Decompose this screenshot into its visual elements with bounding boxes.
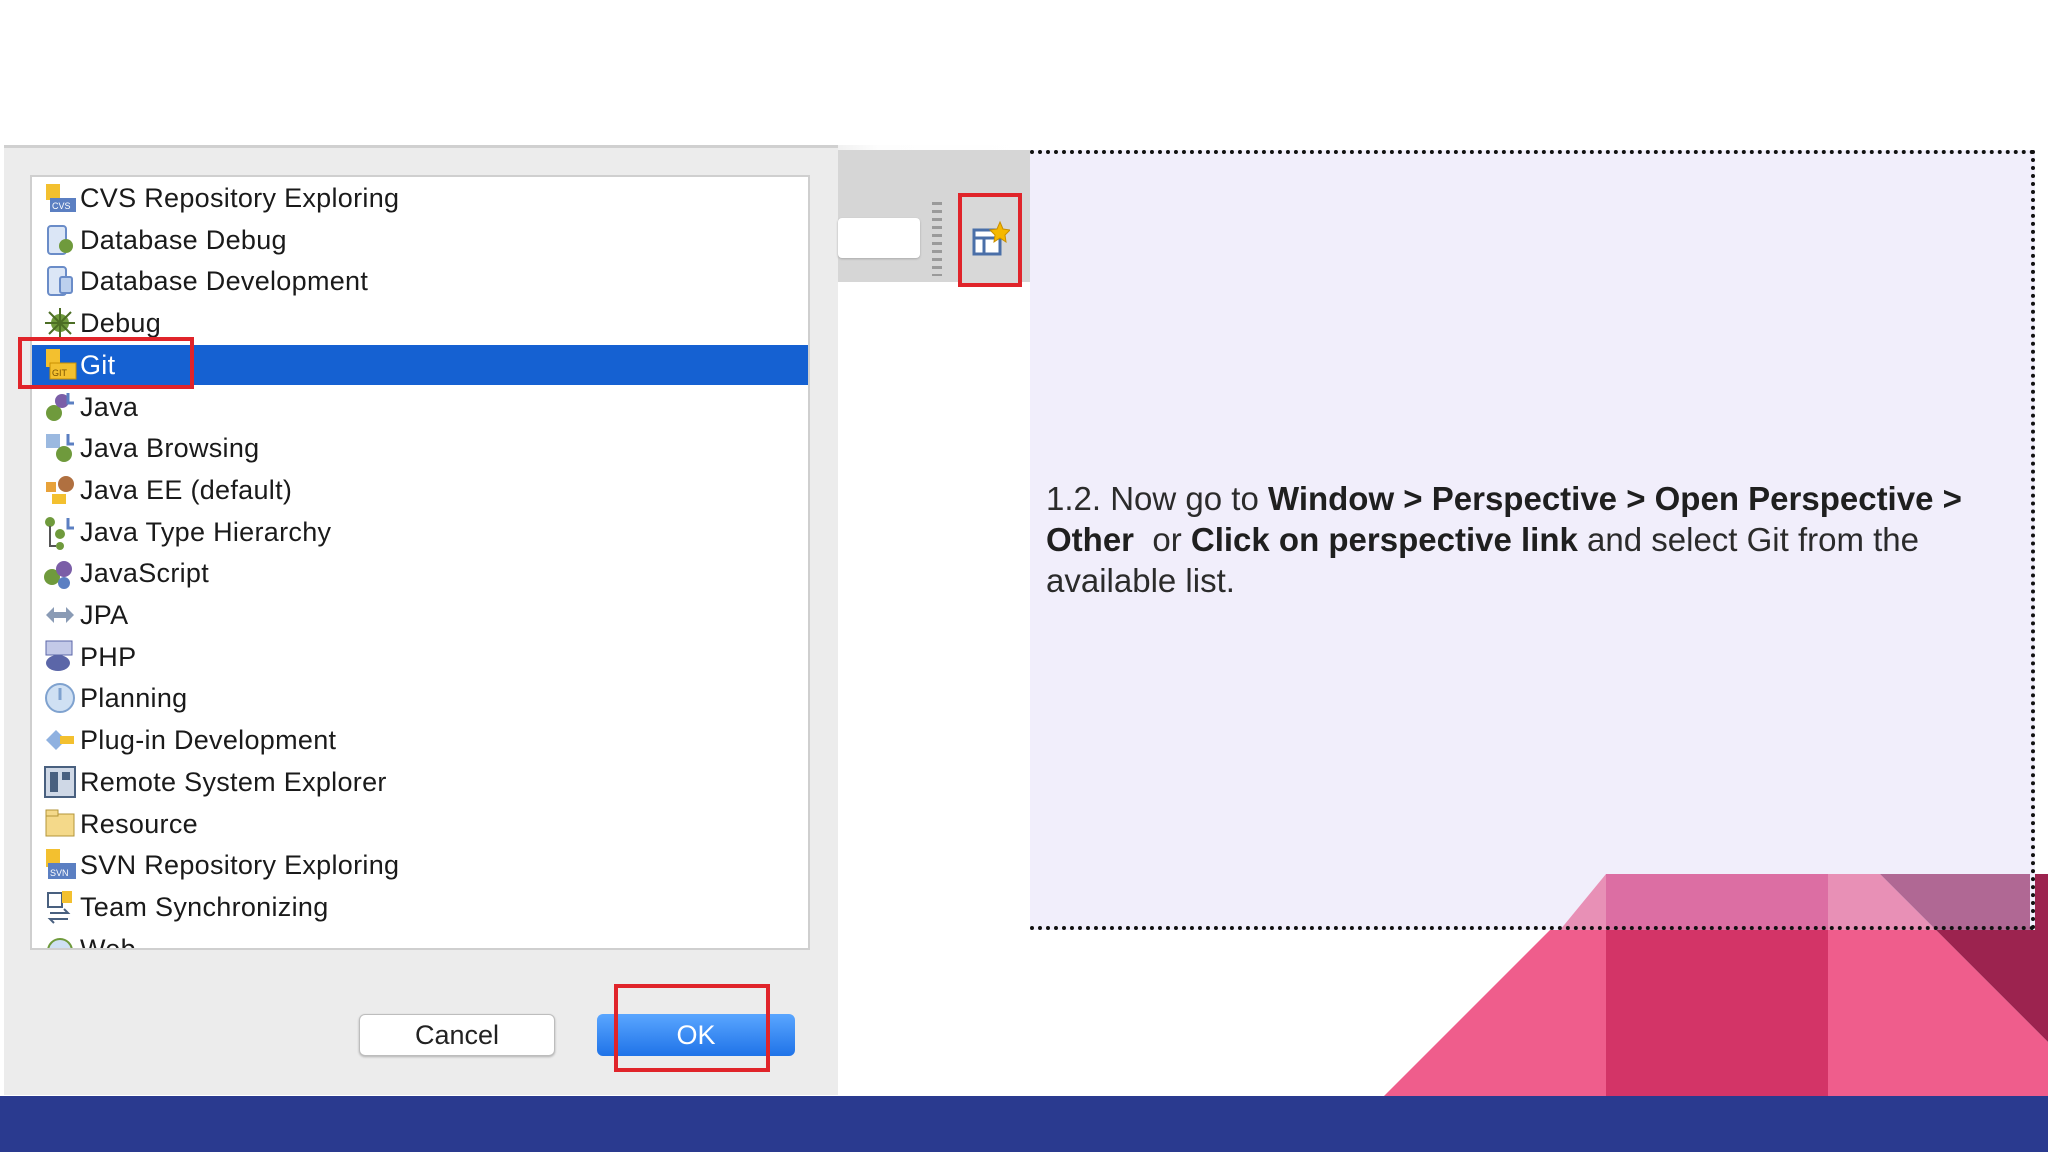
perspective-list[interactable]: CVS CVS Repository Exploring Database Debu… <box>30 175 810 950</box>
database-development-icon <box>47 266 73 296</box>
perspective-item-label: SVN Repository Exploring <box>80 849 400 880</box>
perspective-item-cvs-repository-exploring[interactable]: CVS CVS Repository Exploring <box>32 178 808 218</box>
perspective-item-label: Web <box>80 933 136 950</box>
perspective-item-web[interactable]: Web <box>32 929 808 950</box>
perspective-item-team-synchronizing[interactable]: Team Synchronizing <box>32 887 808 927</box>
javascript-icon <box>44 561 72 589</box>
footer-bar <box>0 1096 2048 1152</box>
perspective-item-php[interactable]: PHP <box>32 637 808 677</box>
perspective-item-label: Database Development <box>80 265 369 296</box>
perspective-item-plug-in-development[interactable]: Plug-in Development <box>32 720 808 760</box>
svg-text:CVS: CVS <box>52 201 71 211</box>
team-synchronizing-icon <box>47 891 72 924</box>
svg-text:SVN: SVN <box>50 868 69 878</box>
perspective-item-label: Java Browsing <box>80 432 260 463</box>
perspective-item-java-type-hierarchy[interactable]: Java Type Hierarchy <box>32 512 808 552</box>
open-perspective-button[interactable] <box>958 193 1022 287</box>
perspective-item-java-ee-default[interactable]: Java EE (default) <box>32 470 808 510</box>
open-perspective-icon <box>972 220 1010 256</box>
perspective-item-jpa[interactable]: JPA <box>32 595 808 635</box>
cvs-repository-icon: CVS <box>46 184 76 212</box>
perspective-item-label: Planning <box>80 682 188 713</box>
plugin-development-icon <box>46 730 74 750</box>
database-debug-icon <box>47 225 73 255</box>
perspective-item-label: JPA <box>80 599 129 630</box>
perspective-item-planning[interactable]: Planning <box>32 678 808 718</box>
php-icon <box>45 640 73 671</box>
perspective-item-label: Plug-in Development <box>80 724 337 755</box>
instruction-step: 1.2. Now go to <box>1046 480 1268 517</box>
java-type-hierarchy-icon <box>45 517 74 550</box>
resource-folder-icon <box>45 809 75 837</box>
perspective-item-label: Database Debug <box>80 224 287 255</box>
perspective-item-label: Team Synchronizing <box>80 891 329 922</box>
ok-highlight-box <box>614 984 770 1072</box>
perspective-item-label: JavaScript <box>80 557 210 588</box>
perspective-item-database-debug[interactable]: Database Debug <box>32 220 808 260</box>
perspective-item-label: PHP <box>80 641 137 672</box>
jpa-icon <box>46 607 74 623</box>
perspective-item-label: Java Type Hierarchy <box>80 516 332 547</box>
perspective-item-database-development[interactable]: Database Development <box>32 261 808 301</box>
perspective-item-remote-system-explorer[interactable]: Remote System Explorer <box>32 762 808 802</box>
perspective-item-label: Debug <box>80 307 162 338</box>
debug-bug-icon <box>45 308 75 338</box>
web-icon <box>47 938 73 948</box>
instruction-or: or <box>1134 521 1191 558</box>
perspective-item-label: Java <box>80 391 139 422</box>
perspective-item-svn-repository-exploring[interactable]: SVN SVN Repository Exploring <box>32 845 808 885</box>
planning-icon <box>45 683 75 713</box>
instruction-text: 1.2. Now go to Window > Perspective > Op… <box>1046 478 2016 601</box>
perspective-item-java-browsing[interactable]: Java Browsing <box>32 428 808 468</box>
java-browsing-icon <box>46 434 74 462</box>
git-highlight-box <box>18 337 194 389</box>
editor-area <box>838 282 1030 1095</box>
remote-system-explorer-icon <box>44 766 76 798</box>
svn-repository-icon: SVN <box>46 849 76 879</box>
instruction-link-text: Click on perspective link <box>1190 521 1578 558</box>
perspective-item-label: CVS Repository Exploring <box>80 182 400 213</box>
cancel-button[interactable]: Cancel <box>359 1014 555 1056</box>
toolbar-grip-handle[interactable] <box>932 202 942 276</box>
quick-access-field[interactable] <box>838 218 920 258</box>
perspective-item-label: Remote System Explorer <box>80 766 387 797</box>
perspective-item-resource[interactable]: Resource <box>32 804 808 844</box>
perspective-item-javascript[interactable]: JavaScript <box>32 553 808 593</box>
perspective-item-java[interactable]: Java <box>32 387 808 427</box>
perspective-item-label: Resource <box>80 808 198 839</box>
perspective-item-label: Java EE (default) <box>80 474 293 505</box>
java-icon <box>46 393 74 421</box>
java-ee-icon <box>46 476 74 504</box>
